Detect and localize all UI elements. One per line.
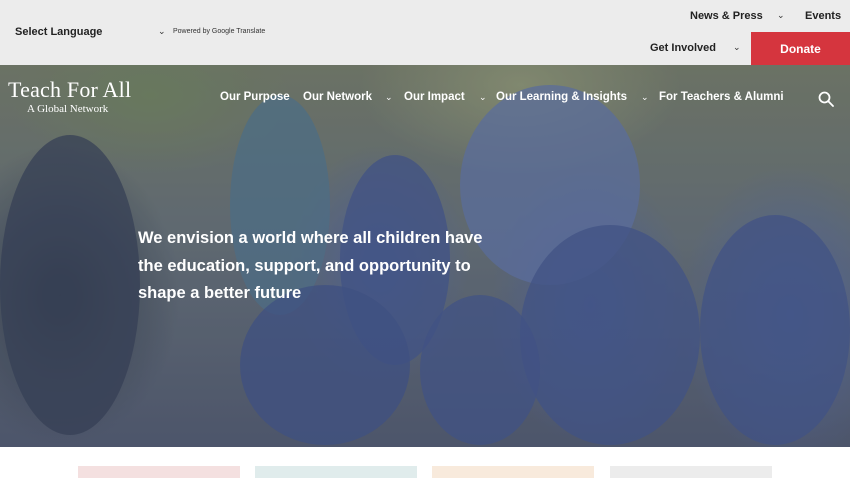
feature-card[interactable] xyxy=(78,466,240,478)
powered-by-google-translate[interactable]: Powered by Google Translate xyxy=(173,28,265,35)
nav-learning-insights[interactable]: Our Learning & Insights xyxy=(496,91,627,103)
chevron-down-icon[interactable]: ⌄ xyxy=(777,10,785,21)
select-language[interactable]: Select Language xyxy=(15,26,102,38)
get-involved-link[interactable]: Get Involved xyxy=(650,42,716,54)
donate-button[interactable]: Donate xyxy=(751,32,850,65)
news-press-link[interactable]: News & Press xyxy=(690,10,763,22)
hero-banner: Teach For All A Global Network Our Purpo… xyxy=(0,65,850,447)
chevron-down-icon[interactable]: ⌄ xyxy=(733,42,741,53)
chevron-down-icon[interactable]: ⌄ xyxy=(479,92,487,103)
search-icon[interactable] xyxy=(818,91,834,107)
hero-headline: We envision a world where all children h… xyxy=(138,229,483,302)
chevron-down-icon[interactable]: ⌄ xyxy=(641,92,649,103)
utility-bar: Select Language ⌄ Powered by Google Tran… xyxy=(0,0,850,65)
feature-card[interactable] xyxy=(610,466,772,478)
chevron-down-icon[interactable]: ⌄ xyxy=(385,92,393,103)
events-link[interactable]: Events xyxy=(805,10,841,22)
feature-card[interactable] xyxy=(432,466,594,478)
chevron-down-icon[interactable]: ⌄ xyxy=(158,26,166,37)
site-tagline: A Global Network xyxy=(27,103,109,115)
nav-teachers-alumni[interactable]: For Teachers & Alumni xyxy=(659,91,784,103)
site-logo[interactable]: Teach For All xyxy=(8,77,131,103)
nav-our-impact[interactable]: Our Impact xyxy=(404,91,465,103)
feature-card[interactable] xyxy=(255,466,417,478)
nav-our-network[interactable]: Our Network xyxy=(303,91,372,103)
nav-our-purpose[interactable]: Our Purpose xyxy=(220,91,290,103)
